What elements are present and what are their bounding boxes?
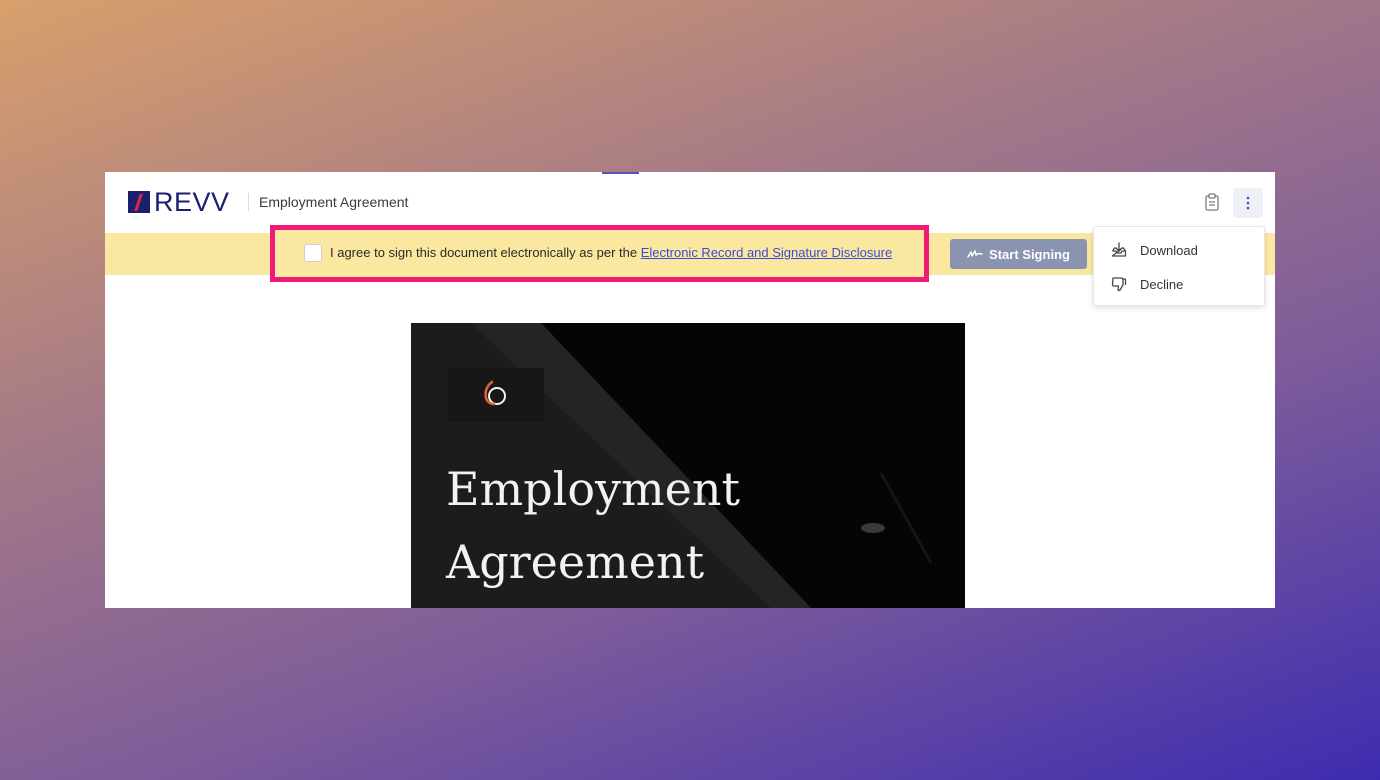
consent-label: I agree to sign this document electronic… <box>330 245 892 260</box>
document-preview[interactable]: Employment Agreement <box>411 323 965 608</box>
company-logo-tile <box>448 368 544 422</box>
start-signing-button[interactable]: Start Signing <box>950 239 1087 269</box>
menu-item-download[interactable]: Download <box>1094 234 1266 266</box>
cover-heading: Employment Agreement <box>446 453 926 599</box>
menu-item-label: Download <box>1140 243 1198 258</box>
start-signing-label: Start Signing <box>989 246 1070 262</box>
disclosure-link[interactable]: Electronic Record and Signature Disclosu… <box>641 245 892 260</box>
clipboard-button[interactable] <box>1201 191 1223 213</box>
signing-app-window: REVV Employment Agreement I agree to sig… <box>105 172 1275 608</box>
top-accent-bar <box>602 172 639 174</box>
thumbs-down-icon <box>1111 277 1127 292</box>
cover-heading-line-1: Employment <box>446 462 740 516</box>
header-divider <box>248 193 249 211</box>
vertical-ellipsis-icon <box>1246 196 1250 210</box>
download-tray-icon <box>1111 242 1127 257</box>
consent-text: I agree to sign this document electronic… <box>330 245 641 260</box>
options-dropdown-menu: Download Decline <box>1093 226 1265 306</box>
cover-heading-line-2: Agreement <box>446 535 705 589</box>
revv-logo-mark <box>128 191 150 213</box>
consent-highlight-box: I agree to sign this document electronic… <box>270 225 929 282</box>
document-title: Employment Agreement <box>259 194 409 210</box>
header-bar: REVV Employment Agreement <box>105 172 1275 233</box>
company-logo-icon <box>484 380 506 406</box>
menu-item-label: Decline <box>1140 277 1184 292</box>
revv-logo[interactable]: REVV <box>128 187 230 217</box>
consent-checkbox[interactable] <box>304 244 322 262</box>
menu-item-decline[interactable]: Decline <box>1094 268 1266 300</box>
more-options-button[interactable] <box>1233 188 1263 218</box>
signature-icon <box>967 250 983 258</box>
revv-logo-text: REVV <box>154 187 230 217</box>
clipboard-icon <box>1205 193 1219 211</box>
